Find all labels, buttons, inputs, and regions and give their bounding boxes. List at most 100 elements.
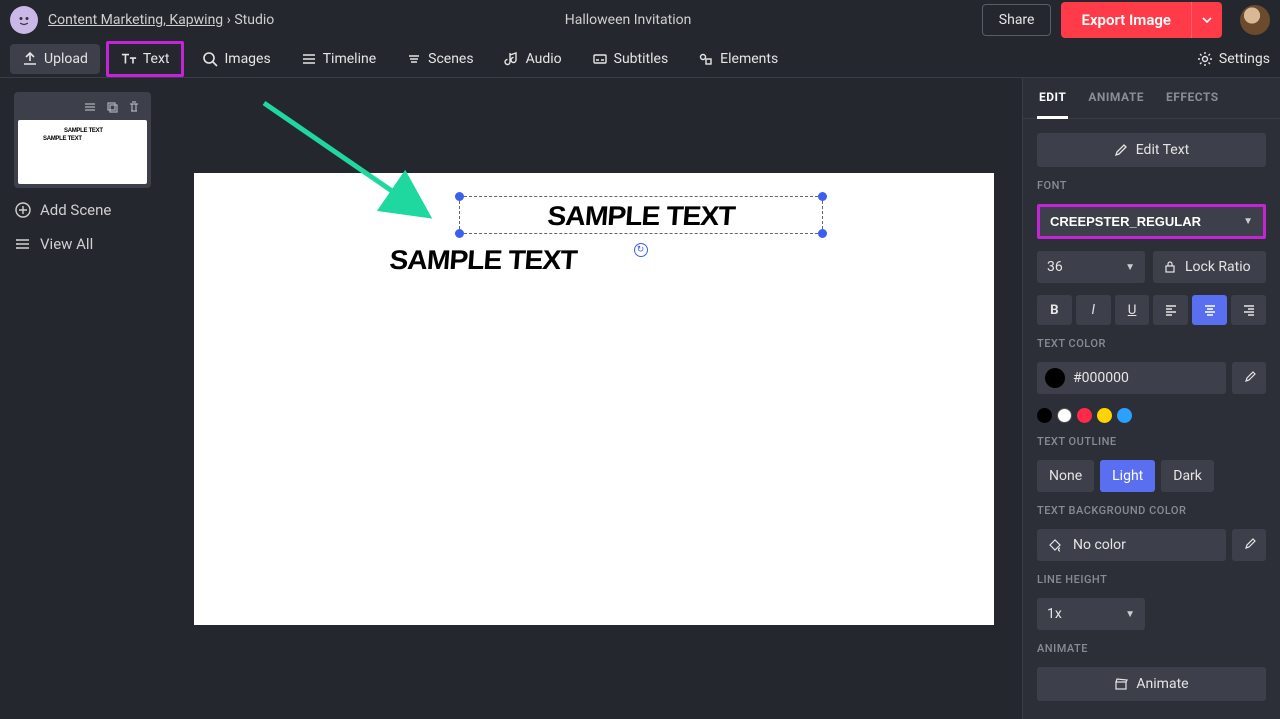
thumb-text-2: SAMPLE TEXT	[43, 136, 82, 142]
bg-color-button[interactable]: No color	[1037, 529, 1226, 561]
swatch-red[interactable]	[1077, 408, 1092, 423]
thumb-text-1: SAMPLE TEXT	[64, 128, 103, 134]
font-section-label: FONT	[1037, 179, 1266, 192]
breadcrumb: Content Marketing, Kapwing › Studio	[48, 12, 274, 28]
timeline-tool-button[interactable]: Timeline	[289, 44, 388, 74]
upload-icon	[22, 51, 38, 67]
gear-icon	[1197, 51, 1213, 67]
canvas[interactable]: ↻ SAMPLE TEXT SAMPLE TEXT	[194, 173, 994, 625]
text-tool-button[interactable]: Text	[106, 41, 185, 77]
swatch-white[interactable]	[1057, 408, 1072, 423]
swatch-yellow[interactable]	[1097, 408, 1112, 423]
color-swatches	[1037, 406, 1266, 423]
chevron-down-icon: ▼	[1125, 609, 1135, 620]
align-left-button[interactable]	[1153, 295, 1188, 325]
elements-icon	[698, 51, 714, 67]
workspace-logo[interactable]	[10, 6, 38, 34]
line-height-value: 1x	[1047, 606, 1062, 622]
plus-circle-icon	[14, 201, 32, 219]
settings-button[interactable]: Settings	[1197, 51, 1270, 67]
lock-ratio-button[interactable]: Lock Ratio	[1153, 251, 1266, 283]
line-height-label: LINE HEIGHT	[1037, 573, 1266, 586]
eyedropper-button[interactable]	[1232, 362, 1266, 394]
scenes-tool-button[interactable]: Scenes	[394, 44, 485, 74]
chevron-down-icon	[1202, 15, 1212, 25]
paint-bucket-icon	[1047, 537, 1063, 553]
animate-button[interactable]: Animate	[1037, 667, 1266, 701]
export-button[interactable]: Export Image	[1061, 2, 1191, 38]
edit-text-button[interactable]: Edit Text	[1037, 133, 1266, 167]
pencil-icon	[1114, 143, 1128, 157]
export-dropdown-button[interactable]	[1191, 2, 1222, 38]
elements-tool-button[interactable]: Elements	[686, 44, 790, 74]
audio-tool-button[interactable]: Audio	[492, 44, 574, 74]
view-all-button[interactable]: View All	[14, 232, 151, 256]
eyedropper-icon	[1241, 537, 1257, 553]
settings-label: Settings	[1219, 51, 1270, 67]
breadcrumb-sep: ›	[227, 12, 231, 28]
duplicate-icon[interactable]	[105, 100, 119, 114]
audio-label: Audio	[526, 51, 562, 67]
align-right-button[interactable]	[1231, 295, 1266, 325]
outline-none-button[interactable]: None	[1037, 460, 1094, 492]
resize-handle-tl[interactable]	[455, 192, 464, 201]
align-center-icon	[1203, 303, 1217, 317]
outline-dark-button[interactable]: Dark	[1161, 460, 1214, 492]
share-button[interactable]: Share	[982, 4, 1052, 36]
bold-button[interactable]: B	[1037, 295, 1072, 325]
text-color-input[interactable]: #000000	[1037, 362, 1226, 394]
scenes-icon	[406, 51, 422, 67]
clapperboard-icon	[1114, 677, 1128, 691]
resize-handle-bl[interactable]	[455, 229, 464, 238]
upload-button[interactable]: Upload	[10, 44, 100, 74]
line-height-dropdown[interactable]: 1x ▼	[1037, 598, 1145, 630]
underline-button[interactable]: U	[1115, 295, 1150, 325]
edit-text-label: Edit Text	[1136, 142, 1190, 158]
bg-eyedropper-button[interactable]	[1232, 529, 1266, 561]
list-icon	[14, 235, 32, 253]
align-left-icon	[1164, 303, 1178, 317]
animate-section-label: ANIMATE	[1037, 642, 1266, 655]
tab-edit[interactable]: EDIT	[1037, 78, 1068, 119]
font-value: CREEPSTER_REGULAR	[1050, 214, 1201, 229]
text-element-1[interactable]: SAMPLE TEXT	[546, 201, 735, 232]
canvas-area[interactable]: ↻ SAMPLE TEXT SAMPLE TEXT	[165, 78, 1022, 719]
scene-thumbnail[interactable]: SAMPLE TEXT SAMPLE TEXT	[14, 92, 151, 188]
reorder-icon[interactable]	[83, 100, 97, 114]
audio-icon	[504, 51, 520, 67]
subtitles-tool-button[interactable]: Subtitles	[580, 44, 681, 74]
scenes-label: Scenes	[428, 51, 473, 67]
resize-handle-br[interactable]	[818, 229, 827, 238]
color-hex-value: #000000	[1073, 370, 1129, 386]
align-center-button[interactable]	[1192, 295, 1227, 325]
subtitles-label: Subtitles	[614, 51, 669, 67]
scenes-sidebar: SAMPLE TEXT SAMPLE TEXT Add Scene View A…	[0, 78, 165, 719]
user-avatar[interactable]	[1240, 5, 1270, 35]
images-tool-button[interactable]: Images	[190, 44, 282, 74]
rotate-handle[interactable]: ↻	[634, 243, 648, 257]
color-swatch-current	[1045, 368, 1065, 388]
add-scene-button[interactable]: Add Scene	[14, 198, 151, 222]
font-size-dropdown[interactable]: 36 ▼	[1037, 251, 1145, 283]
swatch-blue[interactable]	[1117, 408, 1132, 423]
subtitles-icon	[592, 51, 608, 67]
project-title[interactable]: Halloween Invitation	[274, 12, 982, 28]
delete-icon[interactable]	[127, 100, 141, 114]
elements-label: Elements	[720, 51, 778, 67]
eyedropper-icon	[1241, 370, 1257, 386]
tab-effects[interactable]: EFFECTS	[1164, 78, 1221, 118]
bg-color-label: TEXT BACKGROUND COLOR	[1037, 504, 1266, 517]
timeline-icon	[301, 51, 317, 67]
italic-button[interactable]: I	[1076, 295, 1111, 325]
properties-panel: EDIT ANIMATE EFFECTS Edit Text FONT CREE…	[1022, 78, 1280, 719]
tab-animate[interactable]: ANIMATE	[1086, 78, 1146, 118]
text-element-2[interactable]: SAMPLE TEXT	[388, 245, 577, 276]
add-scene-label: Add Scene	[40, 201, 111, 219]
view-all-label: View All	[40, 235, 93, 253]
outline-light-button[interactable]: Light	[1100, 460, 1155, 492]
font-dropdown[interactable]: CREEPSTER_REGULAR ▼	[1037, 204, 1266, 239]
breadcrumb-team-link[interactable]: Content Marketing, Kapwing	[48, 12, 223, 28]
swatch-black[interactable]	[1037, 408, 1052, 423]
resize-handle-tr[interactable]	[818, 192, 827, 201]
images-label: Images	[224, 51, 270, 67]
